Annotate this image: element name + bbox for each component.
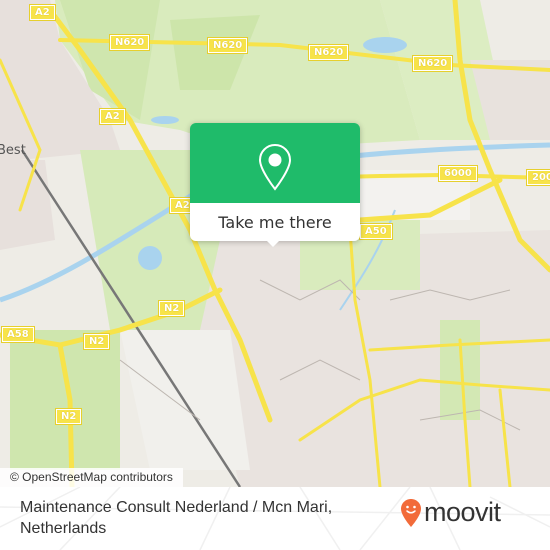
take-me-there-button[interactable]: Take me there: [190, 203, 360, 241]
pond: [151, 116, 179, 124]
park-area: [440, 320, 480, 420]
place-name: Maintenance Consult Nederland / Mcn Mari…: [20, 499, 333, 537]
road-shield-n620: N620: [307, 44, 350, 61]
footer: Maintenance Consult Nederland / Mcn Mari…: [0, 487, 550, 550]
road-shield-a58: A58: [1, 326, 35, 343]
forest-area: [10, 330, 120, 470]
road-shield-n2: N2: [54, 408, 83, 425]
place-label-best: Best: [0, 143, 26, 158]
map-pin-icon: [258, 143, 292, 191]
road-shield-a2: A2: [99, 108, 126, 125]
road-shield-6000: 6000: [438, 165, 478, 182]
urban-area: [0, 160, 55, 250]
road-shield-a50: A50: [359, 223, 393, 240]
popup-header: [190, 123, 360, 203]
lake: [138, 246, 162, 270]
road-shield-n2: N2: [82, 333, 111, 350]
popup-pointer: [266, 240, 280, 247]
road-shield-n2: N2: [157, 300, 186, 317]
location-popup[interactable]: Take me there: [190, 123, 360, 241]
lake: [363, 37, 407, 53]
moovit-pin-icon: [401, 498, 421, 527]
road-shield-a2: A2: [29, 4, 56, 21]
road-shield-2000: 200: [526, 169, 550, 186]
road-shield-n620: N620: [206, 37, 249, 54]
moovit-logo[interactable]: moovit: [400, 497, 501, 528]
map-attribution[interactable]: © OpenStreetMap contributors: [0, 468, 183, 487]
road-shield-n620: N620: [411, 55, 454, 72]
map-view[interactable]: A2 N620 N620 N620 N620 A2 A2 6000 200 A5…: [0, 0, 550, 487]
moovit-wordmark: moovit: [424, 497, 501, 527]
road-shield-n620: N620: [108, 34, 151, 51]
